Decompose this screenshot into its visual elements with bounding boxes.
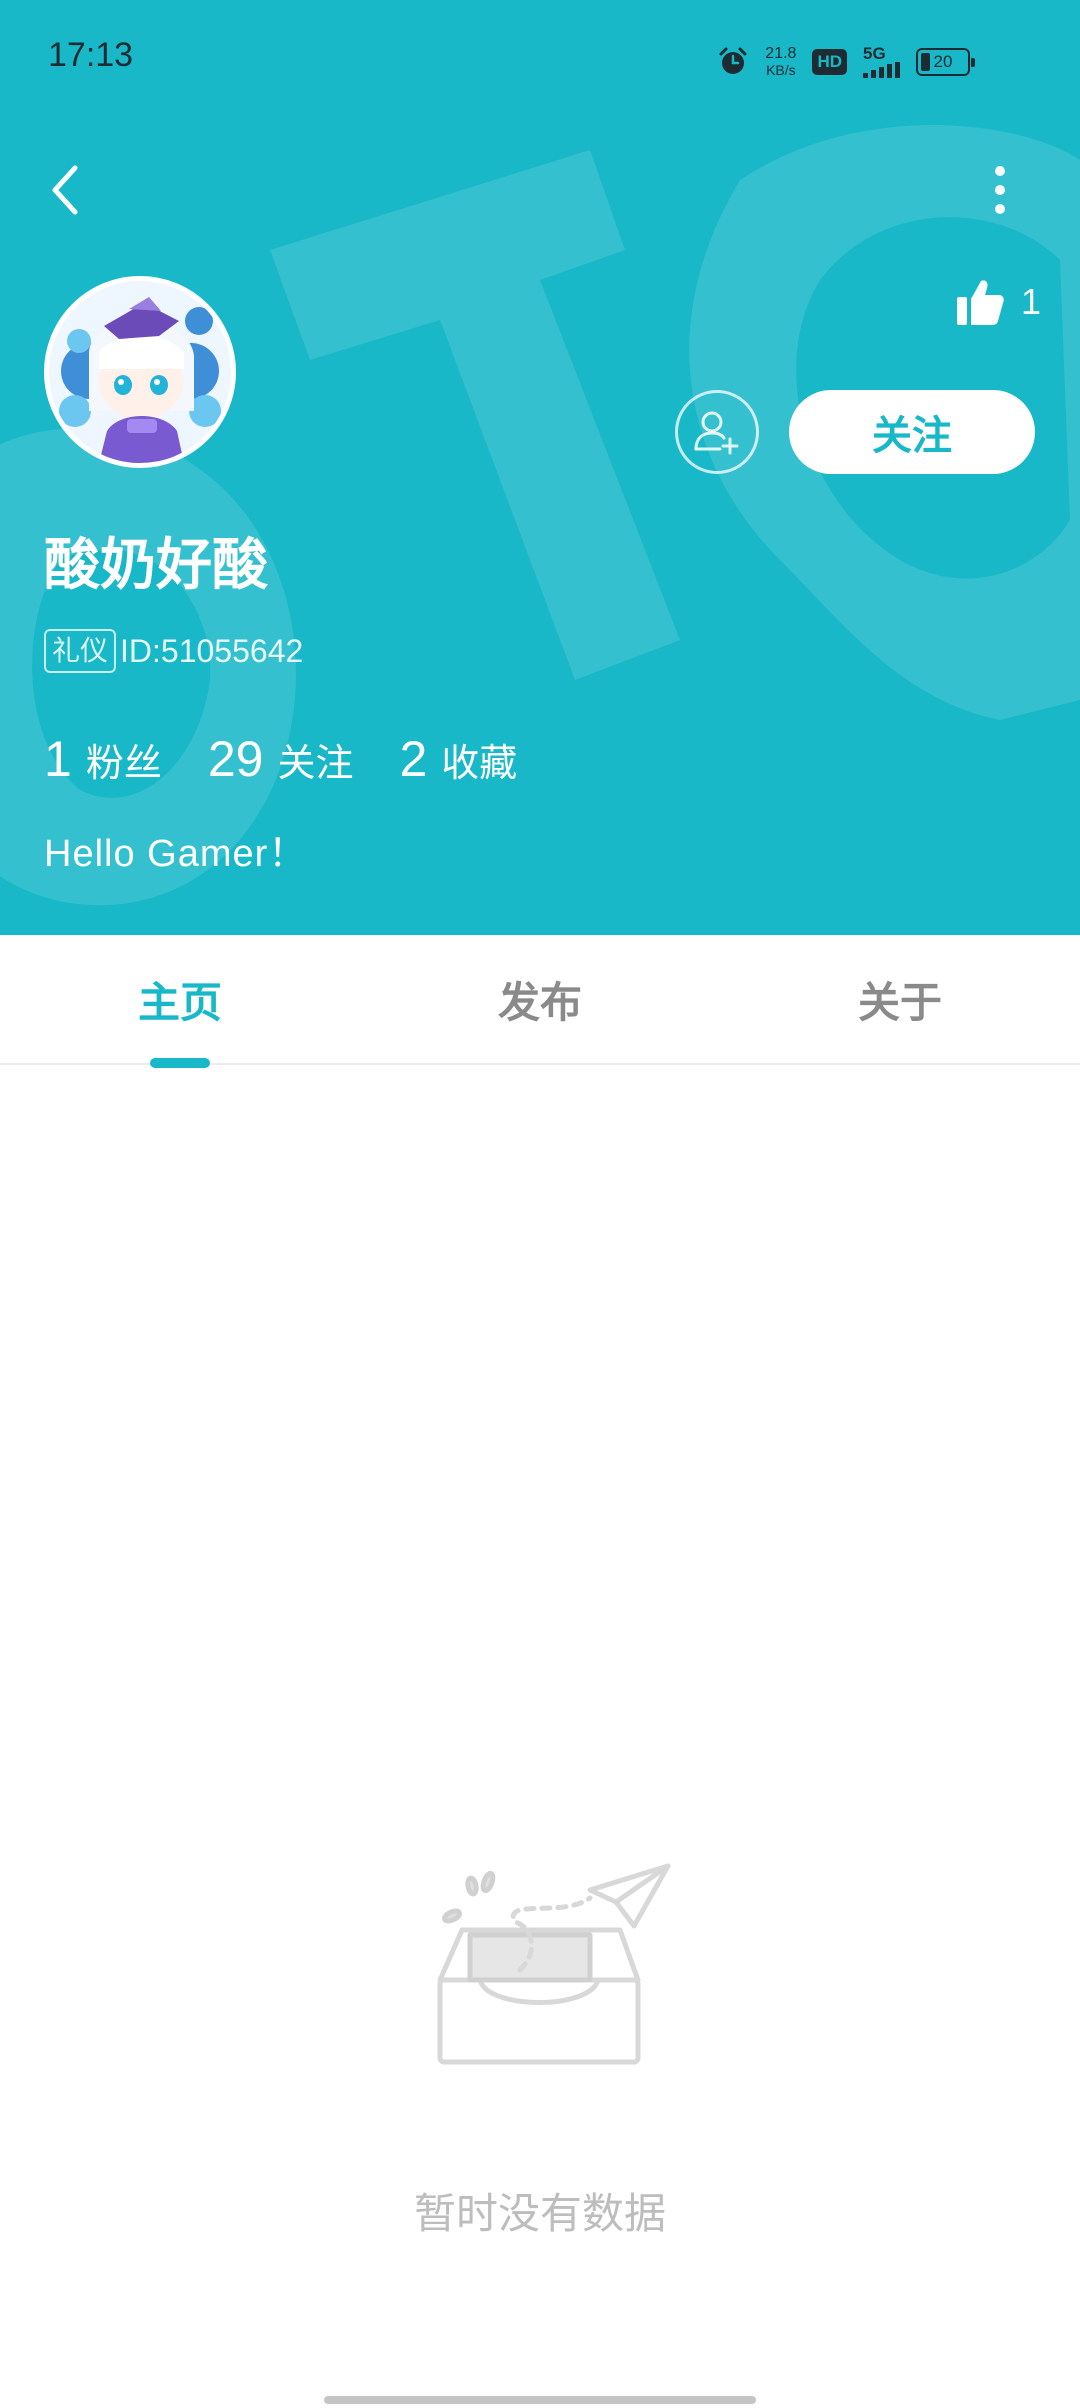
stat-favorites-count: 2 <box>399 731 428 787</box>
stats-row: 1 粉丝 29 关注 2 收藏 <box>44 730 563 788</box>
battery-level: 20 <box>933 52 953 71</box>
chevron-left-icon <box>52 165 78 215</box>
network-type: 5G <box>863 44 886 63</box>
follow-button[interactable]: 关注 <box>789 390 1035 474</box>
empty-message: 暂时没有数据 <box>413 2189 666 2238</box>
alarm-icon <box>719 47 747 74</box>
user-id: ID:51055642 <box>120 632 304 669</box>
network-speed: 21.8 KB/s <box>765 45 797 79</box>
battery-icon: 20 <box>916 48 975 76</box>
like-button[interactable]: 1 <box>955 272 1041 332</box>
stat-favorites[interactable]: 2 收藏 <box>399 730 517 788</box>
back-button[interactable] <box>40 160 90 220</box>
avatar-image <box>49 281 231 463</box>
add-user-icon <box>694 411 739 455</box>
stat-following-count: 29 <box>207 731 264 787</box>
user-bio: Hello Gamer！ <box>44 833 308 875</box>
stat-following-label: 关注 <box>277 741 354 785</box>
etiquette-badge: 礼仪 <box>44 629 117 673</box>
empty-inbox-icon <box>437 1863 671 2065</box>
status-bar: 17:13 21.8 KB/s HD 5G 20 <box>0 0 1080 120</box>
signal-icon: 5G <box>863 44 900 78</box>
vertical-dots-icon <box>995 166 1005 176</box>
stat-fans-count: 1 <box>44 731 72 787</box>
net-speed-value: 21.8 <box>765 45 797 62</box>
home-indicator[interactable] <box>324 2396 756 2404</box>
like-count: 1 <box>1021 281 1042 322</box>
stat-following[interactable]: 29 关注 <box>208 730 354 788</box>
hd-badge: HD <box>812 49 847 75</box>
thumbs-up-icon <box>957 280 1004 325</box>
id-row: 礼仪 ID:51055642 <box>44 628 303 674</box>
stat-favorites-label: 收藏 <box>441 741 518 785</box>
active-tab-indicator <box>150 1058 210 1068</box>
net-speed-unit: KB/s <box>766 62 796 78</box>
profile-tabs: 主页 发布 关于 <box>0 935 1080 1065</box>
stat-fans[interactable]: 1 粉丝 <box>44 730 162 788</box>
profile-header: 17:13 21.8 KB/s HD 5G 20 1 关注 酸奶好酸 礼仪 ID… <box>0 0 1080 935</box>
tab-about[interactable]: 关于 <box>780 935 1020 1063</box>
add-friend-button[interactable] <box>675 390 759 474</box>
avatar[interactable] <box>44 276 236 468</box>
tab-posts[interactable]: 发布 <box>420 935 660 1063</box>
status-time: 17:13 <box>48 36 134 74</box>
more-options-button[interactable] <box>970 160 1030 220</box>
tab-home[interactable]: 主页 <box>60 935 300 1063</box>
stat-fans-label: 粉丝 <box>85 741 162 785</box>
status-icons: 21.8 KB/s HD 5G 20 <box>717 40 975 84</box>
username: 酸奶好酸 <box>44 533 268 598</box>
